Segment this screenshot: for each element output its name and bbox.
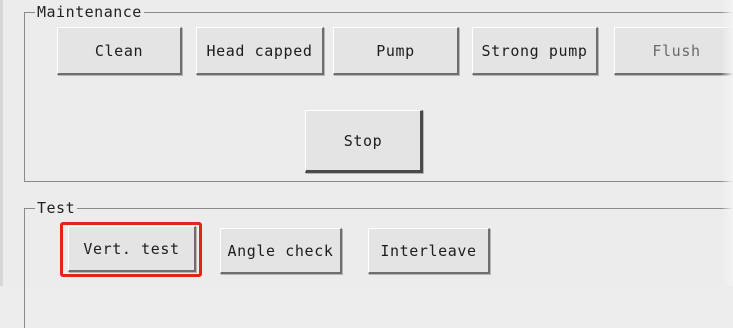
strong-pump-button[interactable]: Strong pump	[472, 27, 598, 75]
printer-maintenance-panel: Maintenance Clean Head capped Pump Stron…	[0, 0, 733, 328]
maintenance-group-title: Maintenance	[35, 3, 144, 21]
test-group-title: Test	[35, 199, 78, 217]
right-edge-fade	[721, 0, 733, 286]
panel-left-edge	[0, 0, 3, 286]
pump-button[interactable]: Pump	[333, 27, 459, 75]
stop-button[interactable]: Stop	[305, 110, 423, 173]
interleave-button[interactable]: Interleave	[368, 228, 490, 274]
vert-test-button[interactable]: Vert. test	[68, 226, 196, 272]
angle-check-button[interactable]: Angle check	[220, 228, 342, 274]
clean-button[interactable]: Clean	[57, 27, 182, 75]
head-capped-button[interactable]: Head capped	[196, 27, 324, 75]
flush-button[interactable]: Flush	[614, 27, 733, 75]
